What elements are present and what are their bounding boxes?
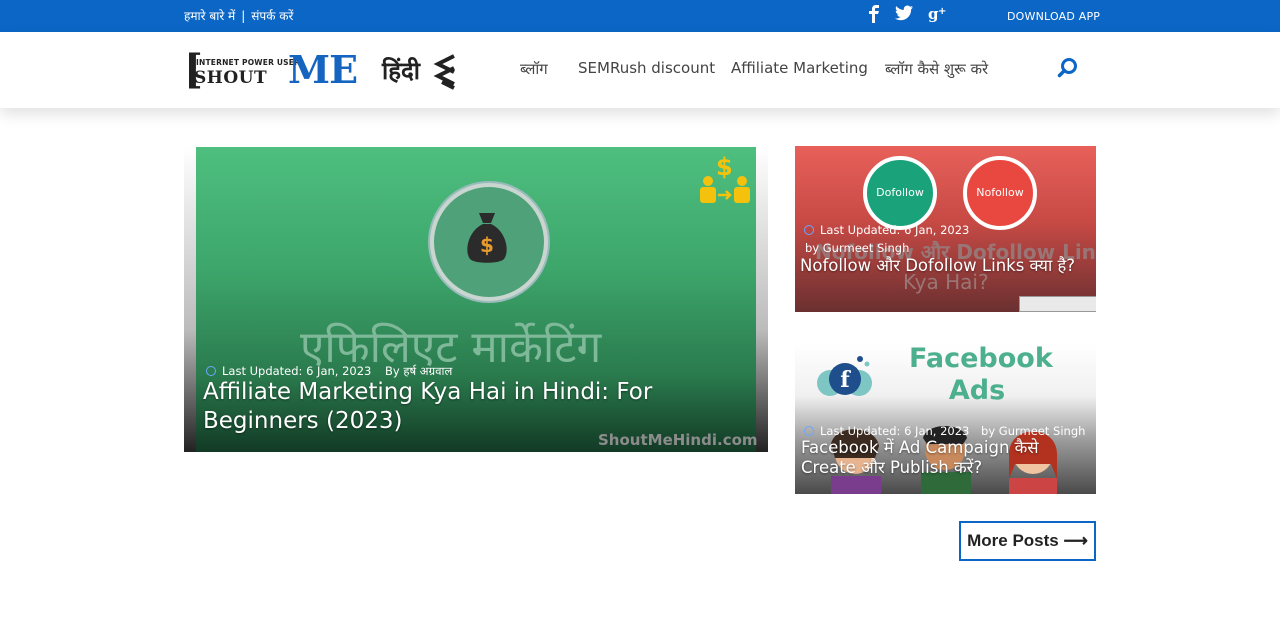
post-card-facebook-ads[interactable]: f Facebook Ads Last Updated: 6 Jan, 2023…	[795, 343, 1096, 494]
facebook-ads-icon: f	[817, 356, 872, 396]
facebook-post-title[interactable]: Facebook में Ad Campaign कैसे Create और …	[801, 438, 1095, 478]
facebook-updated: Last Updated: 6 Jan, 2023	[820, 424, 970, 438]
logo-hindi: हिंदी	[382, 57, 420, 85]
transfer-money-icon: $	[700, 153, 750, 203]
nofollow-byline: by Gurmeet Singh	[805, 241, 909, 255]
twitter-icon[interactable]	[895, 5, 914, 21]
card-edge-left	[184, 147, 196, 452]
svg-text:+: +	[938, 6, 946, 17]
top-links: हमारे बारे में | संपर्क करें	[184, 7, 293, 24]
nofollow-updated: Last Updated: 6 Jan, 2023	[820, 223, 970, 237]
nofollow-post-title[interactable]: Nofollow और Dofollow Links क्या है?	[800, 256, 1090, 276]
logo-tagline: INTERNET POWER USER	[196, 58, 301, 67]
search-icon[interactable]	[1057, 57, 1079, 79]
card-edge-right	[756, 147, 768, 452]
top-separator: |	[241, 9, 246, 23]
svg-text:$: $	[480, 233, 494, 257]
facebook-meta: Last Updated: 6 Jan, 2023 by Gurmeet Sin…	[804, 424, 1085, 438]
money-bag-icon: $	[467, 213, 507, 263]
post-card-nofollow[interactable]: Dofollow Nofollow Nofollow और Dofollow L…	[795, 146, 1096, 312]
featured-updated: Last Updated: 6 Jan, 2023	[222, 364, 372, 378]
nav-item-affiliate[interactable]: Affiliate Marketing	[731, 59, 868, 77]
logo-me: ME	[288, 47, 358, 92]
featured-meta: Last Updated: 6 Jan, 2023 By हर्ष अग्रवा…	[206, 364, 452, 379]
nav-item-blog[interactable]: ब्लॉग	[520, 59, 548, 79]
top-bar: हमारे बारे में | संपर्क करें g + DOWNLOAD A…	[0, 0, 1280, 32]
download-app-link[interactable]: DOWNLOAD APP	[1007, 10, 1100, 23]
nofollow-author[interactable]: Gurmeet Singh	[823, 241, 910, 255]
facebook-ads-image-text: Facebook Ads	[909, 343, 1053, 406]
svg-text:f: f	[840, 367, 851, 393]
dofollow-badge: Dofollow	[863, 156, 937, 230]
about-link[interactable]: हमारे बारे में	[184, 9, 235, 23]
logo-shout: SHOUT	[194, 68, 268, 88]
nav-item-start-blog[interactable]: ब्लॉग कैसे शुरू करे	[885, 59, 988, 79]
nofollow-by: by	[805, 241, 820, 255]
more-posts-button[interactable]: More Posts ⟶	[959, 521, 1096, 561]
mini-logo	[1019, 296, 1096, 312]
nofollow-meta: Last Updated: 6 Jan, 2023	[804, 223, 969, 237]
featured-author[interactable]: हर्ष अग्रवाल	[403, 364, 452, 378]
site-logo[interactable]: [ INTERNET POWER USER SHOUT ME हिंदी	[184, 48, 458, 94]
featured-by: By	[385, 364, 400, 378]
featured-post-card[interactable]: $ $ एफिलिएट मार्केटिंग ShoutMeHindi.com …	[184, 147, 768, 452]
nofollow-badge: Nofollow	[963, 156, 1037, 230]
nav-item-semrush[interactable]: SEMRush discount	[578, 59, 715, 77]
facebook-icon[interactable]	[868, 5, 880, 23]
featured-post-title[interactable]: Affiliate Marketing Kya Hai in Hindi: Fo…	[203, 378, 673, 436]
clock-icon	[804, 225, 814, 235]
contact-link[interactable]: संपर्क करें	[251, 9, 293, 23]
google-plus-icon[interactable]: g +	[928, 5, 948, 23]
logo-chevrons-icon	[433, 54, 455, 90]
facebook-by: by	[981, 424, 996, 438]
social-links: g +	[868, 5, 958, 24]
clock-icon	[804, 426, 814, 436]
clock-icon	[206, 366, 216, 376]
svg-text:$: $	[716, 153, 733, 181]
facebook-author[interactable]: Gurmeet Singh	[999, 424, 1086, 438]
